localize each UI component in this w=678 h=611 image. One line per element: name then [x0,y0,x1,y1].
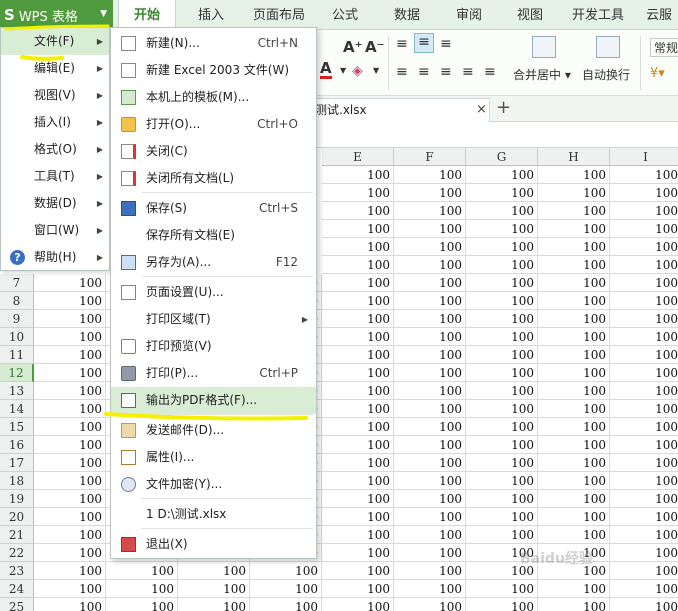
watermark: Baidu经验 [520,551,593,567]
highlight-underline-pdf [104,412,308,421]
highlight-underline-file [20,55,64,61]
highlighter-marks [4,24,308,421]
wps-window: S WPS 表格 ▼ 开始 插入 页面布局 公式 数据 审阅 视图 开发工具 云… [0,0,678,611]
highlight-underline-title [4,24,110,31]
